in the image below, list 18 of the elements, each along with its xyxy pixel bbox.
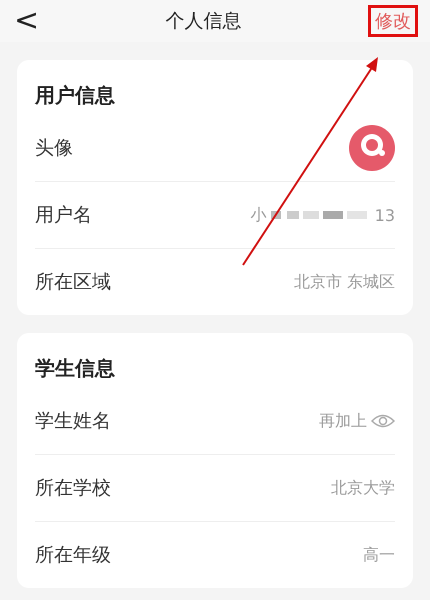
row-value: 再加上	[319, 410, 367, 432]
row-label: 头像	[35, 136, 73, 161]
row-value: 北京市 东城区	[294, 272, 395, 292]
username-value: 小	[250, 204, 267, 226]
row-value: 北京大学	[331, 478, 395, 498]
avatar-icon[interactable]	[349, 125, 395, 171]
row-label: 所在年级	[35, 543, 111, 568]
page-title: 个人信息	[166, 9, 242, 34]
row-label: 用户名	[35, 203, 92, 228]
eye-icon[interactable]	[371, 414, 395, 428]
section-title: 学生信息	[35, 355, 116, 382]
username-value-end: 13	[374, 206, 395, 224]
row-value: 高一	[363, 544, 395, 566]
row-label: 所在学校	[35, 476, 111, 501]
row-label: 学生姓名	[35, 409, 111, 434]
row-label: 所在区域	[35, 270, 111, 295]
section-title: 用户信息	[35, 82, 116, 109]
back-button[interactable]: <	[14, 6, 40, 36]
